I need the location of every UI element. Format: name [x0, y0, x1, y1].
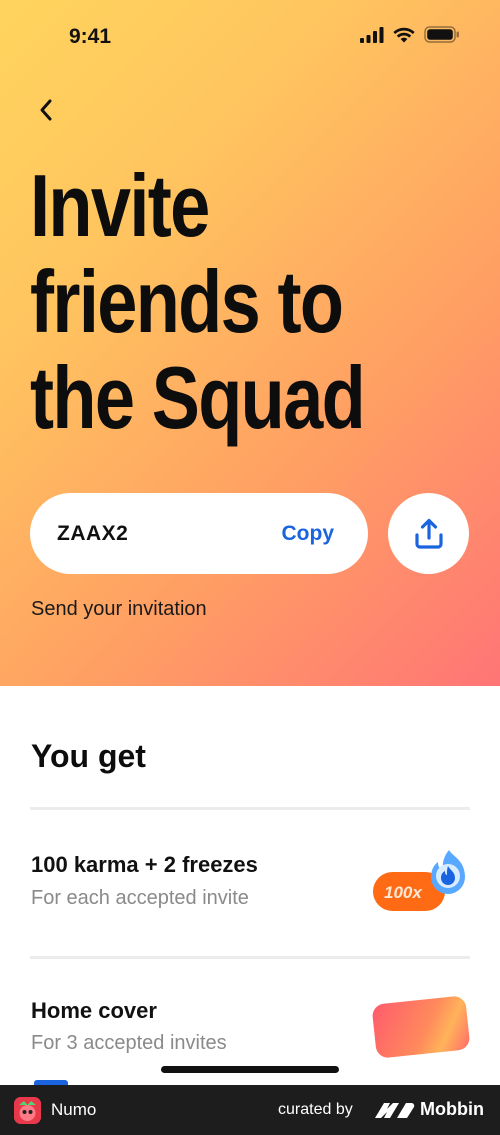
back-button[interactable]	[30, 92, 62, 128]
status-time: 9:41	[69, 25, 112, 48]
status-bar: 9:41	[0, 0, 500, 74]
back-chevron-icon	[40, 99, 52, 121]
app-icon	[14, 1097, 41, 1124]
page-title: Invite friends to the Squad	[30, 158, 489, 446]
page-title-line: friends to	[30, 252, 344, 351]
footer-bar: Numo curated by Mobbin	[0, 1085, 500, 1135]
page-title-line: Invite	[30, 156, 210, 255]
mobbin-brand: Mobbin	[420, 1099, 484, 1119]
karma-badge-label: 100x	[384, 883, 422, 902]
flame-icon	[431, 850, 465, 894]
invite-code: ZAAX2	[57, 522, 129, 545]
copy-button[interactable]: Copy	[282, 522, 335, 546]
divider	[30, 807, 470, 810]
reward-title: Home cover	[31, 998, 157, 1023]
share-button[interactable]	[388, 493, 469, 574]
divider	[30, 956, 470, 959]
karma-badge: 100x	[372, 850, 472, 912]
reward-subtitle: For 3 accepted invites	[31, 1032, 227, 1054]
home-cover-preview	[371, 995, 471, 1059]
hero-header: 9:41 Invite friends to the Squad ZAAX2 C…	[0, 0, 500, 686]
home-indicator[interactable]	[161, 1066, 339, 1073]
curated-by-label: curated by	[278, 1101, 353, 1118]
battery-icon	[424, 26, 459, 43]
rewards-section-title: You get	[31, 738, 146, 774]
status-icons	[360, 26, 460, 43]
page-title-line: the Squad	[30, 348, 366, 447]
reward-title: 100 karma + 2 freezes	[31, 852, 258, 877]
mobbin-logo-icon	[375, 1103, 415, 1118]
invite-code-field: ZAAX2 Copy	[30, 493, 368, 574]
signal-icon	[360, 26, 384, 43]
send-invitation-label: Send your invitation	[31, 598, 207, 620]
app-name: Numo	[51, 1100, 97, 1119]
share-upload-icon	[414, 518, 443, 549]
wifi-icon	[393, 27, 415, 42]
reward-subtitle: For each accepted invite	[31, 887, 249, 909]
